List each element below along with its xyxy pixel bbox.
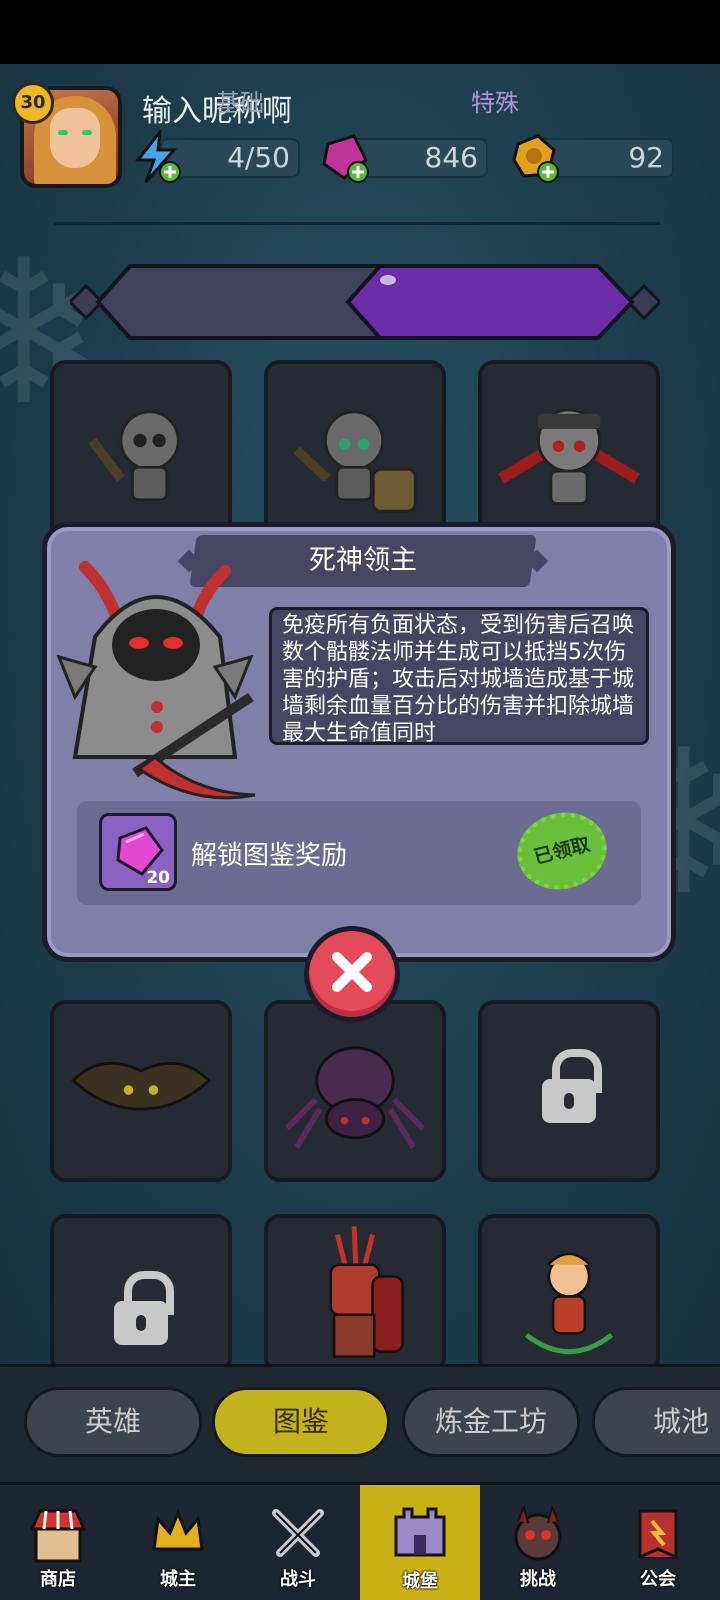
category-city[interactable]: 城池 xyxy=(592,1387,720,1457)
bat-icon xyxy=(71,1061,211,1111)
tab-special[interactable]: 特殊 xyxy=(380,66,610,140)
skeleton-shield-icon xyxy=(293,410,417,513)
monster-card[interactable] xyxy=(478,360,660,542)
reward-label: 解锁图鉴奖励 xyxy=(191,841,348,871)
close-icon xyxy=(332,952,372,992)
reward-item: 20 xyxy=(99,813,177,891)
lock-icon xyxy=(542,1049,602,1123)
category-bar: 英雄 图鉴 炼金工坊 城池 xyxy=(0,1364,720,1482)
monster-description: 免疫所有负面状态，受到伤害后召唤数个骷髅法师并生成可以抵挡5次伤害的护盾；攻击后… xyxy=(269,607,649,745)
monster-card[interactable] xyxy=(264,1000,446,1182)
category-codex[interactable]: 图鉴 xyxy=(212,1387,390,1457)
locked-card[interactable] xyxy=(478,1000,660,1182)
nav-label: 城堡 xyxy=(402,1571,438,1592)
game-screen: ❄ ❄ 30 输入昵称啊 4/50 846 92 基础 特殊 xyxy=(0,64,720,1600)
monster-detail-modal: 死神领主 免疫所有负面状态，受到伤害后召唤数个骷髅法师并生成可以抵挡5次伤害的护… xyxy=(42,522,676,962)
swords-icon xyxy=(272,1509,324,1557)
nav-label: 战斗 xyxy=(280,1569,316,1590)
locked-card[interactable] xyxy=(50,1214,232,1374)
monster-card[interactable] xyxy=(264,360,446,542)
red-knight-icon xyxy=(329,1226,404,1358)
lock-icon xyxy=(114,1271,174,1345)
castle-icon xyxy=(394,1507,446,1557)
header-divider xyxy=(54,222,660,225)
nav-label: 公会 xyxy=(640,1569,676,1590)
nav-shop[interactable]: 商店 xyxy=(0,1491,116,1600)
close-button[interactable] xyxy=(304,926,400,1022)
guild-banner-icon xyxy=(638,1509,678,1559)
category-heroes[interactable]: 英雄 xyxy=(24,1387,202,1457)
tab-basic[interactable]: 基础 xyxy=(130,66,350,140)
nav-castle[interactable]: 城堡 xyxy=(360,1485,480,1600)
demon-icon xyxy=(514,1505,562,1561)
reward-count: 20 xyxy=(146,868,170,888)
status-bar xyxy=(0,0,720,64)
elf-archer-icon xyxy=(524,1252,614,1354)
nav-lord[interactable]: 城主 xyxy=(120,1491,236,1600)
nav-label: 城主 xyxy=(160,1569,196,1590)
claimed-stamp: 已领取 xyxy=(509,803,615,899)
nav-label: 挑战 xyxy=(520,1569,556,1590)
skeleton-icon xyxy=(88,410,180,502)
nav-battle[interactable]: 战斗 xyxy=(240,1491,356,1600)
reaper-lord-portrait xyxy=(56,561,256,800)
monster-card[interactable] xyxy=(50,360,232,542)
skeleton-warrior-icon xyxy=(498,408,640,506)
monster-card[interactable] xyxy=(478,1214,660,1374)
spider-icon xyxy=(285,1046,425,1149)
nav-label: 商店 xyxy=(40,1569,76,1590)
nav-challenge[interactable]: 挑战 xyxy=(480,1491,596,1600)
level-badge: 30 xyxy=(12,82,54,124)
bottom-nav: 商店 城主 战斗 城堡 挑战 公会 xyxy=(0,1482,720,1600)
nav-guild[interactable]: 公会 xyxy=(600,1491,716,1600)
category-alchemy[interactable]: 炼金工坊 xyxy=(402,1387,580,1457)
monster-card[interactable] xyxy=(50,1000,232,1182)
monster-card[interactable] xyxy=(264,1214,446,1374)
shop-icon xyxy=(29,1509,87,1563)
tab-bar xyxy=(70,264,660,340)
crown-icon xyxy=(152,1508,204,1551)
unlock-reward-row: 20 解锁图鉴奖励 已领取 xyxy=(77,801,641,905)
